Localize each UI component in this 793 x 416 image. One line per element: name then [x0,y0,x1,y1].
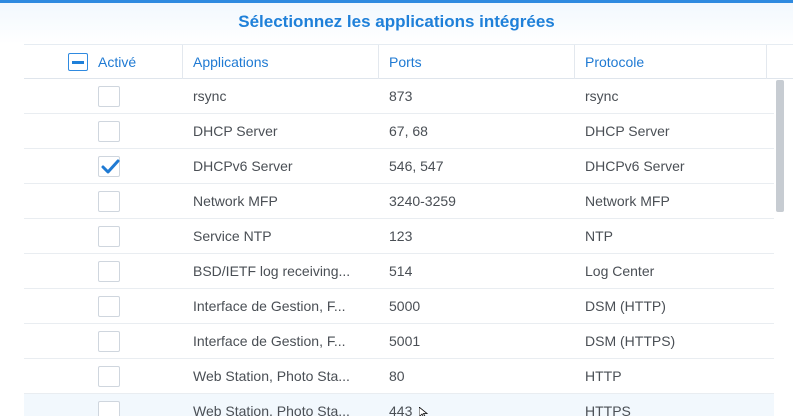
row-ports: 5000 [389,298,421,314]
row-application: DHCPv6 Server [193,158,293,174]
row-enable-checkbox[interactable] [98,191,120,212]
row-enable-checkbox[interactable] [98,331,120,352]
grid-rows: rsync 873 rsync DHCP Server 67, 68 DHCP Serve… [24,79,774,416]
select-all-checkbox[interactable] [68,53,88,71]
row-protocol: HTTP [585,368,622,384]
row-application: Web Station, Photo Sta... [193,403,350,416]
column-header-ports-label: Ports [389,54,422,70]
dialog-title: Sélectionnez les applications intégrées [238,12,555,31]
row-ports: 80 [389,368,405,384]
row-application: Web Station, Photo Sta... [193,368,350,384]
row-application: DHCP Server [193,123,278,139]
row-ports: 123 [389,228,413,244]
column-header-protocol-label: Protocole [585,54,645,70]
column-header-applications[interactable]: Applications [183,45,379,79]
row-protocol: rsync [585,88,619,104]
row-protocol: Log Center [585,263,655,279]
row-application: Interface de Gestion, F... [193,333,346,349]
table-row[interactable]: Interface de Gestion, F... 5001 DSM (HTTPS… [24,324,774,359]
row-enable-checkbox[interactable] [98,86,120,107]
scrollbar-thumb[interactable] [776,80,784,212]
table-row[interactable]: rsync 873 rsync [24,79,774,114]
row-enable-checkbox[interactable] [98,121,120,142]
row-protocol: Network MFP [585,193,670,209]
row-enable-checkbox[interactable] [98,401,120,416]
row-application: Service NTP [193,228,272,244]
select-builtin-apps-dialog: Sélectionnez les applications intégrées … [0,0,793,416]
column-header-ports[interactable]: Ports [379,45,575,79]
row-enable-checkbox[interactable] [98,226,120,247]
row-ports: 514 [389,263,413,279]
row-enable-checkbox[interactable] [98,366,120,387]
row-ports: 443 [389,403,413,416]
row-protocol: HTTPS [585,403,631,416]
row-protocol: DSM (HTTPS) [585,333,676,349]
row-ports: 3240-3259 [389,193,456,209]
row-protocol: DHCP Server [585,123,670,139]
row-enable-checkbox[interactable] [98,296,120,317]
mouse-cursor-icon [419,407,429,416]
row-application: rsync [193,88,227,104]
table-row[interactable]: BSD/IETF log receiving... 514 Log Center [24,254,774,289]
column-header-applications-label: Applications [193,54,269,70]
row-ports: 5001 [389,333,421,349]
row-protocol: DHCPv6 Server [585,158,685,174]
row-ports: 546, 547 [389,158,444,174]
row-enable-checkbox[interactable] [98,261,120,282]
table-row[interactable]: Web Station, Photo Sta... 80 HTTP [24,359,774,394]
table-row[interactable]: Web Station, Photo Sta... 443 HTTPS [24,394,774,416]
table-row[interactable]: Service NTP 123 NTP [24,219,774,254]
row-enable-checkbox[interactable] [98,156,120,177]
row-application: BSD/IETF log receiving... [193,263,351,279]
table-row[interactable]: Interface de Gestion, F... 5000 DSM (HTTP) [24,289,774,324]
row-protocol: NTP [585,228,613,244]
checkmark-icon [101,159,120,174]
row-application: Interface de Gestion, F... [193,298,346,314]
column-header-active[interactable]: Activé [24,45,183,79]
grid-header: Activé Applications Ports Protocole [24,44,793,79]
column-header-active-label: Activé [98,54,137,70]
row-application: Network MFP [193,193,278,209]
row-ports: 67, 68 [389,123,428,139]
dialog-title-bar: Sélectionnez les applications intégrées [0,0,793,44]
row-protocol: DSM (HTTP) [585,298,666,314]
partial-selection-icon [72,61,84,64]
row-ports: 873 [389,88,413,104]
column-header-protocol[interactable]: Protocole [575,45,767,79]
table-row[interactable]: Network MFP 3240-3259 Network MFP [24,184,774,219]
table-row[interactable]: DHCPv6 Server 546, 547 DHCPv6 Server [24,149,774,184]
applications-grid: Activé Applications Ports Protocole rsyn… [24,44,793,416]
table-row[interactable]: DHCP Server 67, 68 DHCP Server [24,114,774,149]
